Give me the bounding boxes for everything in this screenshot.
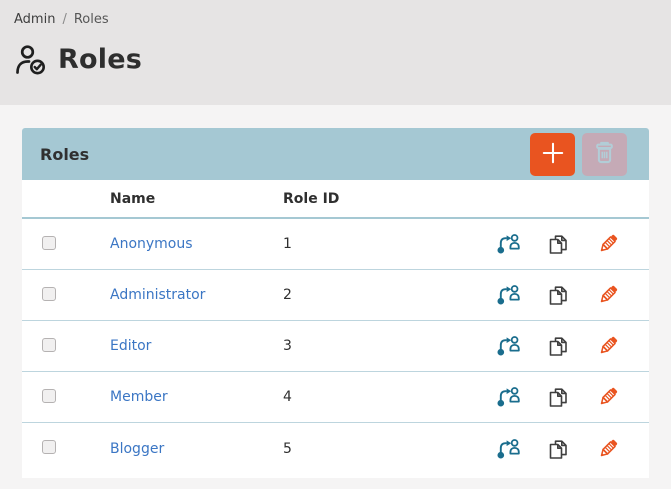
role-name-link[interactable]: Member xyxy=(110,389,168,405)
role-id-value: 4 xyxy=(283,389,479,405)
edit-role-button[interactable] xyxy=(596,283,620,307)
copy-role-button[interactable] xyxy=(546,437,570,461)
row-checkbox[interactable] xyxy=(42,338,56,352)
copy-icon xyxy=(546,295,570,310)
page-title: Roles xyxy=(58,44,142,75)
role-name-link[interactable]: Anonymous xyxy=(110,236,193,252)
role-id-value: 3 xyxy=(283,338,479,354)
edit-pencil-icon xyxy=(596,346,620,361)
edit-role-button[interactable] xyxy=(596,232,620,256)
panel-header: Roles xyxy=(22,128,649,180)
copy-role-button[interactable] xyxy=(546,232,570,256)
role-name-link[interactable]: Blogger xyxy=(110,441,164,457)
page-header: Admin / Roles Roles xyxy=(0,0,671,105)
trash-icon xyxy=(591,139,618,169)
edit-role-button[interactable] xyxy=(596,334,620,358)
assign-users-button[interactable] xyxy=(496,334,520,358)
breadcrumb-admin[interactable]: Admin xyxy=(14,12,55,27)
row-checkbox[interactable] xyxy=(42,389,56,403)
assign-users-icon xyxy=(496,244,520,259)
row-checkbox[interactable] xyxy=(42,440,56,454)
table-row: Anonymous 1 xyxy=(22,219,649,270)
roles-panel: Roles xyxy=(22,128,649,478)
assign-users-button[interactable] xyxy=(496,437,520,461)
assign-users-button[interactable] xyxy=(496,283,520,307)
table-row: Blogger 5 xyxy=(22,423,649,474)
role-name-link[interactable]: Administrator xyxy=(110,287,205,303)
assign-users-icon xyxy=(496,397,520,412)
table-row: Member 4 xyxy=(22,372,649,423)
table-row: Administrator 2 xyxy=(22,270,649,321)
edit-pencil-icon xyxy=(596,449,620,464)
breadcrumb: Admin / Roles xyxy=(14,12,657,27)
assign-users-button[interactable] xyxy=(496,385,520,409)
edit-role-button[interactable] xyxy=(596,437,620,461)
assign-users-button[interactable] xyxy=(496,232,520,256)
roles-table: Name Role ID Anonymous 1 Administrator 2 xyxy=(22,180,649,474)
copy-icon xyxy=(546,244,570,259)
column-header-role-id: Role ID xyxy=(283,191,479,207)
assign-users-icon xyxy=(496,295,520,310)
table-header-row: Name Role ID xyxy=(22,180,649,219)
role-id-value: 1 xyxy=(283,236,479,252)
breadcrumb-separator: / xyxy=(62,12,66,27)
assign-users-icon xyxy=(496,346,520,361)
copy-icon xyxy=(546,346,570,361)
copy-icon xyxy=(546,397,570,412)
breadcrumb-roles: Roles xyxy=(74,12,109,27)
edit-pencil-icon xyxy=(596,397,620,412)
user-check-icon xyxy=(14,44,48,75)
copy-role-button[interactable] xyxy=(546,334,570,358)
edit-pencil-icon xyxy=(596,295,620,310)
edit-pencil-icon xyxy=(596,244,620,259)
row-checkbox[interactable] xyxy=(42,287,56,301)
plus-icon xyxy=(540,140,566,169)
row-checkbox[interactable] xyxy=(42,236,56,250)
delete-roles-button[interactable] xyxy=(582,133,627,176)
assign-users-icon xyxy=(496,449,520,464)
panel-title: Roles xyxy=(40,145,89,164)
edit-role-button[interactable] xyxy=(596,385,620,409)
copy-role-button[interactable] xyxy=(546,385,570,409)
role-name-link[interactable]: Editor xyxy=(110,338,151,354)
copy-role-button[interactable] xyxy=(546,283,570,307)
role-id-value: 2 xyxy=(283,287,479,303)
column-header-name: Name xyxy=(90,191,283,207)
table-row: Editor 3 xyxy=(22,321,649,372)
add-role-button[interactable] xyxy=(530,133,575,176)
role-id-value: 5 xyxy=(283,441,479,457)
copy-icon xyxy=(546,449,570,464)
